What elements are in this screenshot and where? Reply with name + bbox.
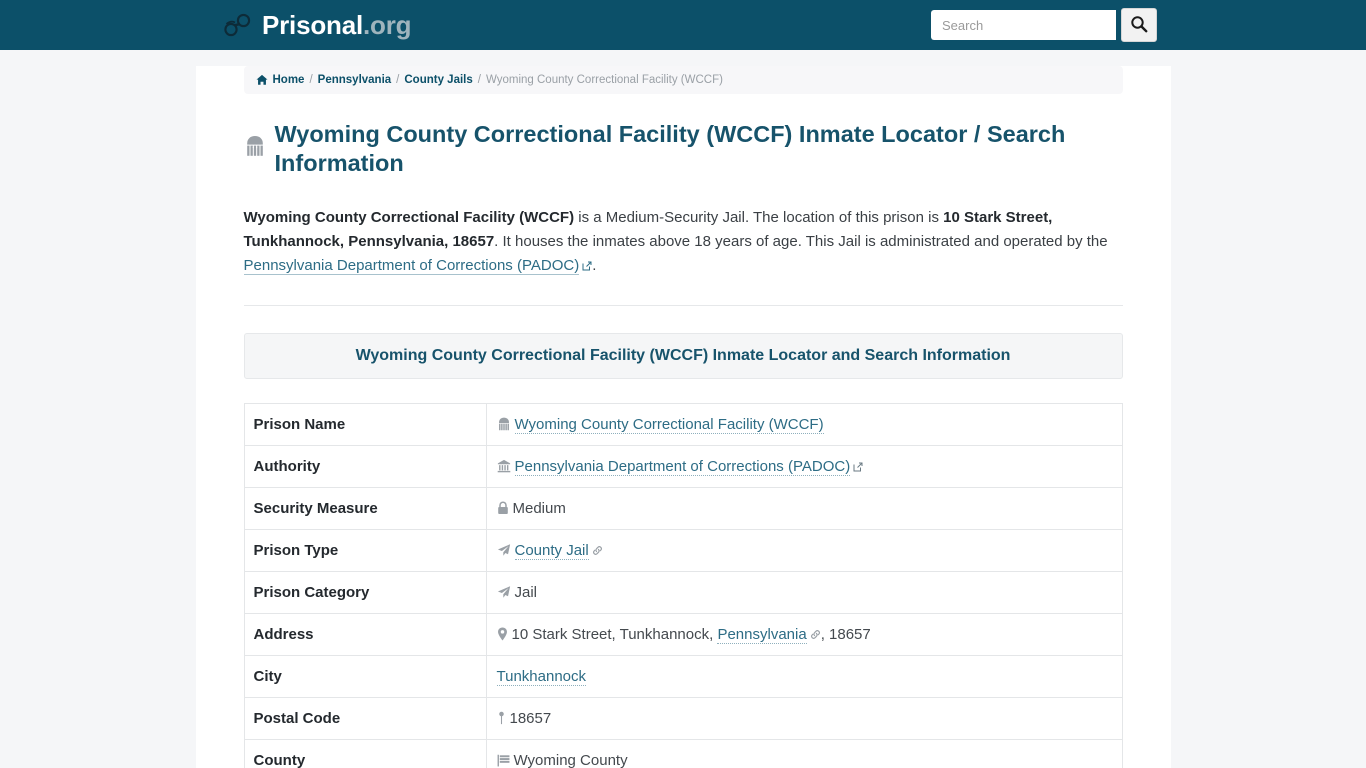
home-icon — [256, 74, 268, 86]
prison-info-table: Prison Name Wyoming County Correctional … — [243, 402, 1123, 768]
city-link[interactable]: Tunkhannock — [496, 667, 587, 686]
paper-plane-icon — [497, 585, 511, 599]
breadcrumb-separator-3: / — [477, 74, 481, 86]
search-area — [931, 8, 1157, 42]
prison-type-link[interactable]: County Jail — [514, 541, 589, 560]
search-input[interactable] — [931, 10, 1116, 40]
lock-icon — [497, 501, 509, 515]
row-value: Tunkhannock — [485, 654, 1123, 698]
top-navbar: Prisonal.org — [0, 0, 1366, 50]
flag-icon — [497, 754, 510, 767]
brand-name: Prisonal.org — [262, 10, 412, 40]
row-value: County Jail — [485, 528, 1123, 572]
breadcrumb-separator-1: / — [309, 74, 313, 86]
intro-part2: . It houses the inmates above 18 years o… — [494, 233, 1108, 251]
chain-link-icon — [810, 629, 821, 640]
row-value: 10 Stark Street, Tunkhannock, Pennsylvan… — [485, 612, 1123, 656]
bank-icon — [497, 459, 511, 473]
brand-tld: .org — [363, 10, 412, 40]
row-key: Security Measure — [243, 486, 487, 530]
breadcrumb-home[interactable]: Home — [273, 74, 305, 86]
breadcrumb: Home / Pennsylvania / County Jails / Wyo… — [243, 66, 1123, 94]
security-measure-value: Medium — [512, 499, 566, 517]
intro-part1: is a Medium-Security Jail. The location … — [574, 208, 944, 226]
row-key: Prison Name — [243, 402, 487, 446]
table-row: City Tunkhannock — [243, 654, 1123, 698]
pin-icon — [497, 711, 506, 725]
authority-link[interactable]: Pennsylvania Department of Corrections (… — [514, 457, 851, 476]
page-title: Wyoming County Correctional Facility (WC… — [244, 120, 1123, 179]
row-value: Wyoming County Correctional Facility (WC… — [485, 402, 1123, 446]
table-row: County Wyoming County — [243, 738, 1123, 768]
intro-paragraph: Wyoming County Correctional Facility (WC… — [243, 206, 1123, 306]
postal-code-value: 18657 — [509, 709, 552, 727]
row-value: Pennsylvania Department of Corrections (… — [485, 444, 1123, 488]
row-key: Address — [243, 612, 487, 656]
county-value: Wyoming County — [513, 751, 628, 768]
intro-facility-name: Wyoming County Correctional Facility (WC… — [243, 208, 575, 226]
jail-building-icon — [244, 135, 266, 164]
page-container: Home / Pennsylvania / County Jails / Wyo… — [195, 66, 1171, 768]
row-value: Jail — [485, 570, 1123, 614]
prison-name-link[interactable]: Wyoming County Correctional Facility (WC… — [514, 415, 824, 434]
chain-link-icon — [592, 545, 603, 556]
row-value: Wyoming County — [485, 738, 1123, 768]
breadcrumb-category[interactable]: County Jails — [404, 74, 472, 86]
map-pin-icon — [497, 627, 508, 641]
breadcrumb-current: Wyoming County Correctional Facility (WC… — [485, 74, 723, 86]
breadcrumb-separator-2: / — [396, 74, 400, 86]
intro-authority-link[interactable]: Pennsylvania Department of Corrections (… — [243, 257, 580, 276]
row-key: County — [243, 738, 487, 768]
table-row: Address 10 Stark Street, Tunkhannock, Pe… — [243, 612, 1123, 656]
panel-heading: Wyoming County Correctional Facility (WC… — [243, 332, 1123, 379]
search-button[interactable] — [1121, 8, 1157, 42]
table-row: Prison Type County Jail — [243, 528, 1123, 572]
row-key: City — [243, 654, 487, 698]
address-prefix: 10 Stark Street, Tunkhannock, — [511, 625, 718, 643]
address-state-link[interactable]: Pennsylvania — [717, 625, 807, 644]
page-title-text: Wyoming County Correctional Facility (WC… — [274, 121, 1066, 177]
paper-plane-icon — [497, 543, 511, 557]
intro-part3: . — [592, 257, 597, 275]
external-link-icon — [582, 261, 592, 271]
row-value: 18657 — [485, 696, 1123, 740]
jail-building-icon — [497, 417, 511, 431]
table-row: Prison Category Jail — [243, 570, 1123, 614]
row-key: Postal Code — [243, 696, 487, 740]
row-key: Authority — [243, 444, 487, 488]
breadcrumb-state[interactable]: Pennsylvania — [318, 74, 392, 86]
table-row: Postal Code 18657 — [243, 696, 1123, 740]
row-key: Prison Category — [243, 570, 487, 614]
table-row: Security Measure Medium — [243, 486, 1123, 530]
table-row: Prison Name Wyoming County Correctional … — [243, 402, 1123, 446]
prison-category-value: Jail — [514, 583, 538, 601]
table-row: Authority Pennsylvania Department of Cor… — [243, 444, 1123, 488]
site-logo-link[interactable]: Prisonal.org — [222, 10, 412, 40]
magnifier-icon — [1130, 15, 1148, 36]
row-value: Medium — [485, 486, 1123, 530]
handcuffs-icon — [222, 12, 252, 38]
external-link-icon — [853, 462, 863, 472]
row-key: Prison Type — [243, 528, 487, 572]
address-suffix: , 18657 — [820, 625, 871, 643]
